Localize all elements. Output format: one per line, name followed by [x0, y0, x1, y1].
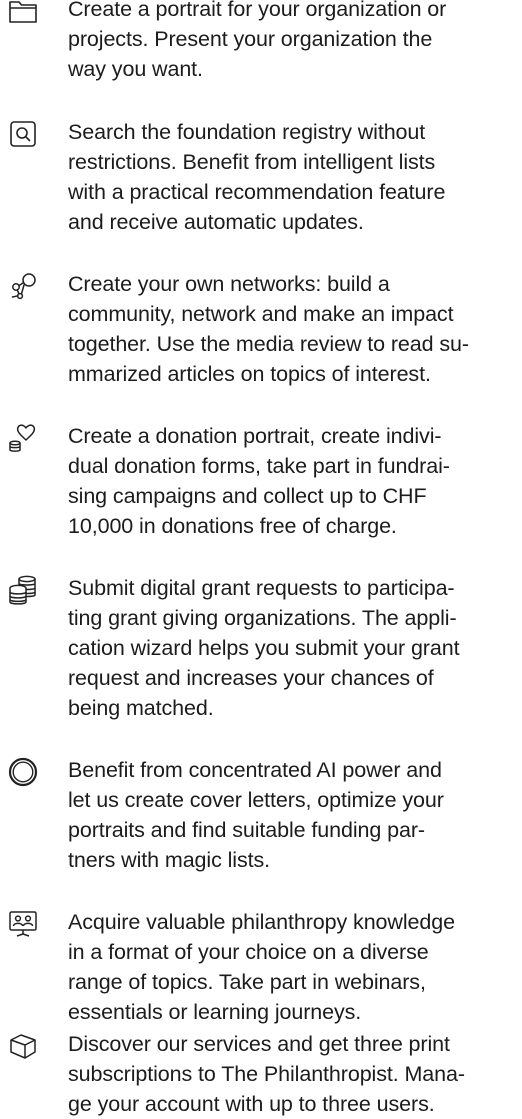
feature-list: Create a portrait for your organization …	[0, 0, 522, 1117]
search-icon	[6, 117, 40, 151]
feature-item-networks: Create your own networks: build a commun…	[0, 269, 522, 389]
feature-item-grant-requests: Submit digital grant requests to partici…	[0, 573, 522, 723]
feature-text: Submit digital grant requests to partici…	[68, 576, 460, 720]
feature-item-services: Discover our services and get three prin…	[0, 1029, 522, 1119]
package-icon	[6, 1029, 40, 1063]
network-icon	[6, 269, 40, 303]
feature-text: Create a donation portrait, create indiv…	[68, 424, 450, 538]
feature-item-portrait: Create a portrait for your organization …	[0, 0, 522, 84]
feature-item-search: Search the foundation registry without r…	[0, 117, 522, 237]
feature-text: Discover our services and get three prin…	[68, 1032, 465, 1116]
folder-icon	[6, 0, 40, 28]
feature-item-donations: Create a donation portrait, create indiv…	[0, 421, 522, 541]
feature-text: Search the foundation registry without r…	[68, 120, 446, 234]
donation-heart-icon	[6, 421, 40, 455]
presentation-icon	[6, 907, 40, 941]
ai-ring-icon	[6, 755, 40, 789]
feature-item-knowledge: Acquire valuable philanthropy knowledge …	[0, 907, 522, 1027]
feature-item-ai: Benefit from concentrated AI power and l…	[0, 755, 522, 875]
feature-text: Acquire valuable philanthropy knowledge …	[68, 910, 455, 1024]
feature-text: Create your own networks: build a commun…	[68, 272, 469, 386]
coin-stack-icon	[6, 573, 40, 607]
feature-text: Create a portrait for your organization …	[68, 0, 447, 81]
feature-text: Benefit from concentrated AI power and l…	[68, 758, 444, 872]
